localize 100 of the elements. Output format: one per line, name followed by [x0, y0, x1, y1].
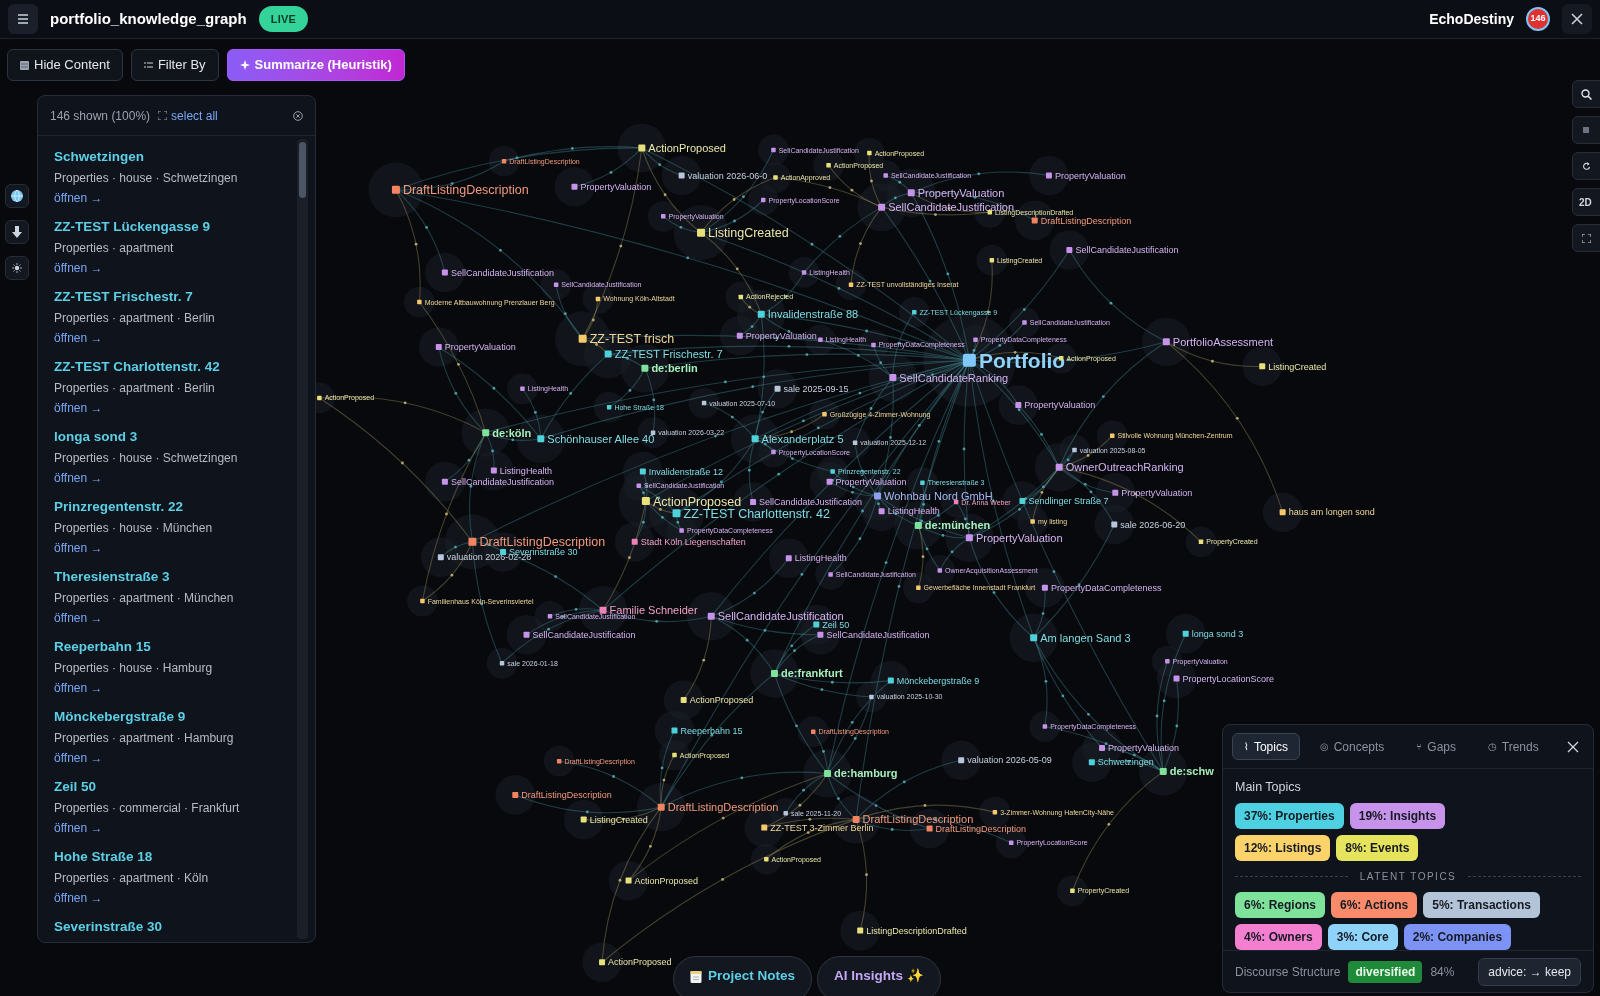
graph-node[interactable]: ActionProposed: [625, 875, 699, 886]
graph-node[interactable]: ZZ-TEST frisch: [578, 332, 675, 347]
open-link[interactable]: öffnen →: [54, 470, 103, 486]
graph-node[interactable]: valuation 2026-05-09: [958, 755, 1052, 766]
ai-insights-button[interactable]: AI Insights ✨: [817, 956, 941, 996]
graph-node[interactable]: longa sond 3: [1182, 628, 1244, 639]
topic-tag[interactable]: 37%: Properties: [1235, 802, 1344, 829]
topic-tag[interactable]: 12%: Listings: [1235, 834, 1331, 861]
graph-node[interactable]: SellCandidateJustification: [1066, 245, 1179, 256]
graph-node[interactable]: de:berlin: [641, 362, 698, 375]
graph-node[interactable]: ActionProposed: [680, 695, 754, 706]
graph-node[interactable]: Invalidenstraße 12: [639, 466, 723, 477]
item-title[interactable]: ZZ-TEST Charlottenstr. 42: [54, 358, 297, 376]
graph-node[interactable]: Portfolio: [962, 348, 1066, 372]
item-title[interactable]: Mönckebergstraße 9: [54, 708, 297, 726]
graph-node[interactable]: DraftListingDescription: [468, 535, 606, 550]
graph-node[interactable]: PropertyLocationScore: [1173, 673, 1275, 684]
open-link[interactable]: öffnen →: [54, 750, 103, 766]
view-mode-button[interactable]: 2D: [1572, 188, 1600, 216]
topic-tag[interactable]: 19%: Insights: [1349, 802, 1446, 829]
open-link[interactable]: öffnen →: [54, 890, 103, 906]
graph-node[interactable]: PropertyValuation: [571, 181, 652, 192]
graph-node[interactable]: PropertyValuation: [907, 186, 1005, 199]
graph-node[interactable]: ListingCreated: [1259, 361, 1327, 372]
topic-tag[interactable]: 6%: Regions: [1235, 891, 1325, 918]
topic-tag[interactable]: 6%: Actions: [1331, 891, 1418, 918]
topic-tag[interactable]: 4%: Owners: [1235, 923, 1322, 950]
open-link[interactable]: öffnen →: [54, 330, 103, 346]
graph-node[interactable]: Alexanderplatz 5: [751, 432, 844, 445]
open-link[interactable]: öffnen →: [54, 820, 103, 836]
graph-node[interactable]: Schwetzingen: [1088, 757, 1154, 768]
graph-node[interactable]: ListingHealth: [490, 465, 552, 476]
graph-node[interactable]: Schönhauser Allee 40: [537, 432, 655, 445]
graph-node[interactable]: ActionProposed: [599, 957, 672, 968]
graph-node[interactable]: PropertyValuation: [965, 531, 1063, 544]
topic-tag[interactable]: 2%: Companies: [1403, 923, 1512, 950]
item-title[interactable]: Hohe Straße 18: [54, 848, 297, 866]
open-link[interactable]: öffnen →: [54, 260, 103, 276]
topic-tag[interactable]: 3%: Core: [1327, 923, 1398, 950]
panel-tab[interactable]: ⌇ Topics: [1232, 733, 1300, 760]
notes-button[interactable]: Project Notes: [673, 956, 813, 996]
item-title[interactable]: Prinzregentenstr. 22: [54, 498, 297, 516]
item-title[interactable]: ZZ-TEST Frischestr. 7: [54, 288, 297, 306]
graph-node[interactable]: PropertyValuation: [1112, 488, 1193, 499]
graph-node[interactable]: ListingHealth: [878, 506, 940, 517]
select-all-link[interactable]: select all: [158, 106, 218, 125]
graph-node[interactable]: PropertyValuation: [435, 342, 516, 353]
graph-node[interactable]: SellCandidateJustification: [817, 629, 930, 640]
graph-node[interactable]: Stadt Köln Liegenschaften: [631, 537, 746, 548]
graph-node[interactable]: Mönckebergstraße 9: [887, 675, 980, 686]
graph-node[interactable]: PropertyValuation: [736, 330, 817, 341]
open-link[interactable]: öffnen →: [54, 610, 103, 626]
graph-node[interactable]: de:hamburg: [824, 767, 898, 780]
graph-node[interactable]: Am langen Sand 3: [1030, 631, 1131, 644]
graph-node[interactable]: DraftListingDescription: [1031, 215, 1132, 226]
graph-node[interactable]: DraftListingDescription: [512, 790, 612, 801]
graph-node[interactable]: ActionProposed: [638, 141, 726, 154]
topic-tag[interactable]: 8%: Events: [1336, 834, 1419, 861]
item-title[interactable]: Theresienstraße 3: [54, 568, 297, 586]
graph-node[interactable]: de:münchen: [914, 519, 991, 532]
graph-node[interactable]: de:köln: [482, 426, 532, 439]
graph-node[interactable]: de:frankfurt: [771, 667, 843, 680]
graph-node[interactable]: DraftListingDescription: [391, 183, 529, 198]
graph-node[interactable]: DraftListingDescription: [657, 801, 779, 814]
item-title[interactable]: longa sond 3: [54, 428, 297, 446]
item-title[interactable]: Reeperbahn 15: [54, 638, 297, 656]
graph-node[interactable]: PortfolioAssessment: [1162, 335, 1274, 348]
graph-node[interactable]: PropertyValuation: [1045, 170, 1126, 181]
open-link[interactable]: öffnen →: [54, 400, 103, 416]
graph-node[interactable]: SellCandidateRanking: [889, 371, 1009, 384]
hide-content-button[interactable]: Hide Content: [7, 49, 123, 81]
open-link[interactable]: öffnen →: [54, 540, 103, 556]
graph-node[interactable]: SellCandidateJustification: [441, 476, 554, 487]
summarize-button[interactable]: Summarize (Heuristik): [226, 49, 405, 81]
graph-node[interactable]: ListingCreated: [697, 226, 789, 241]
graph-node[interactable]: Sendlinger Straße 7: [1019, 496, 1109, 507]
item-title[interactable]: Schwetzingen: [54, 148, 297, 166]
graph-node[interactable]: ListingHealth: [785, 553, 847, 564]
graph-node[interactable]: Invalidenstraße 88: [757, 308, 859, 321]
graph-node[interactable]: PropertyValuation: [1099, 743, 1179, 754]
item-title[interactable]: Zeil 50: [54, 778, 297, 796]
graph-node[interactable]: ListingDescriptionDrafted: [857, 925, 967, 936]
topic-tag[interactable]: 5%: Transactions: [1423, 891, 1540, 918]
panel-tab[interactable]: ⑂ Gaps: [1404, 733, 1469, 760]
graph-node[interactable]: ActionProposed: [641, 494, 742, 509]
graph-node[interactable]: Reeperbahn 15: [671, 725, 743, 736]
graph-node[interactable]: haus am longen sond: [1279, 507, 1375, 518]
notification-badge[interactable]: 146: [1526, 7, 1550, 31]
filter-button[interactable]: Filter By: [130, 49, 219, 81]
advice-button[interactable]: advice: → keep: [1478, 957, 1581, 986]
panel-tab[interactable]: ◎ Concepts: [1307, 733, 1397, 760]
graph-node[interactable]: de:schw: [1159, 765, 1214, 778]
item-title[interactable]: ZZ-TEST Lückengasse 9: [54, 218, 297, 236]
graph-node[interactable]: PropertyValuation: [826, 476, 907, 487]
graph-node[interactable]: PropertyValuation: [1015, 400, 1096, 411]
graph-node[interactable]: valuation 2026-06-0: [678, 170, 768, 181]
graph-node[interactable]: OwnerOutreachRanking: [1055, 461, 1184, 474]
item-title[interactable]: Severinstraße 30: [54, 918, 297, 936]
graph-node[interactable]: ListingCreated: [580, 814, 648, 825]
panel-tab[interactable]: ◷ Trends: [1476, 733, 1551, 760]
